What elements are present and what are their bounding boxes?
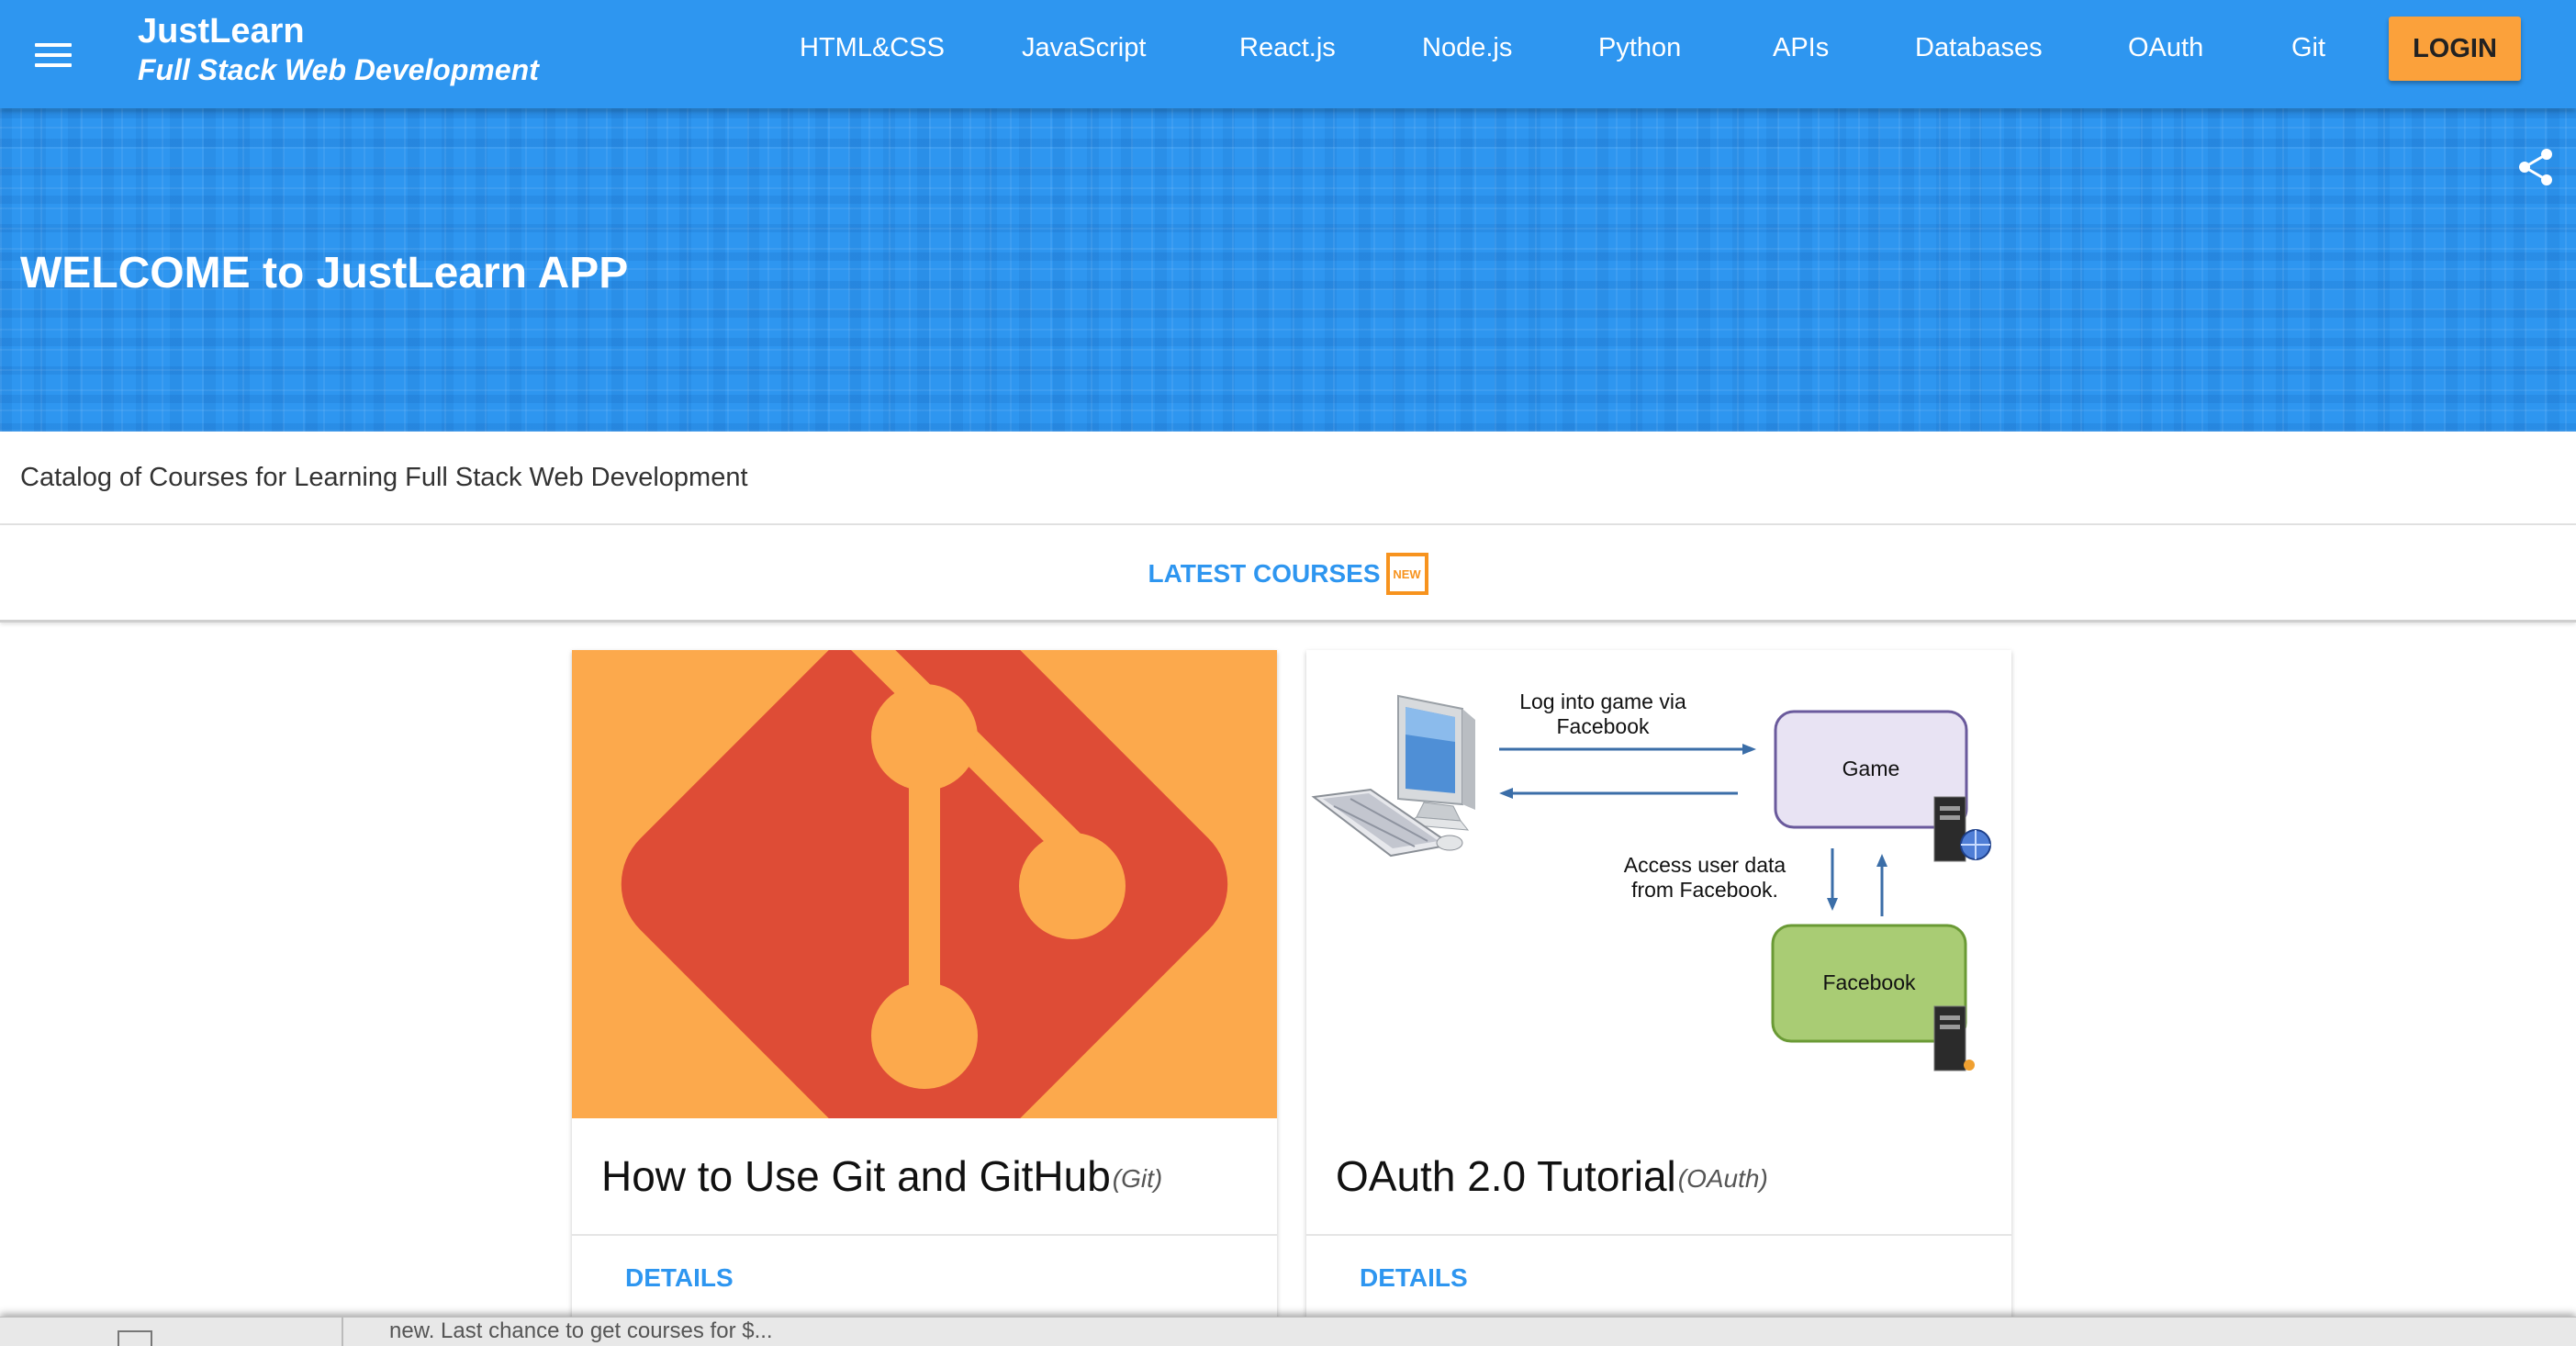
git-logo-image xyxy=(572,650,1277,1118)
course-tag: (Git) xyxy=(1112,1164,1163,1193)
diagram-login-label-2: Facebook xyxy=(1556,714,1650,738)
diagram-facebook-label: Facebook xyxy=(1822,970,1916,994)
nav-item-git[interactable]: Git xyxy=(2291,28,2325,68)
details-button[interactable]: DETAILS xyxy=(1360,1260,1468,1296)
bottom-overlay-bar: new. Last chance to get courses for $... xyxy=(0,1317,2576,1346)
nav-item-javascript[interactable]: JavaScript xyxy=(1022,28,1146,68)
card-title-row: OAuth 2.0 Tutorial (OAuth) xyxy=(1306,1118,2011,1236)
git-logo-icon xyxy=(572,650,1277,1118)
diagram-access-label-2: from Facebook. xyxy=(1631,878,1778,902)
nav-item-python[interactable]: Python xyxy=(1598,28,1681,68)
nav-item-react[interactable]: React.js xyxy=(1239,28,1336,68)
course-title: OAuth 2.0 Tutorial xyxy=(1336,1152,1676,1200)
diagram-access-label-1: Access user data xyxy=(1624,853,1786,877)
diagram-game-label: Game xyxy=(1842,757,1900,780)
catalog-text: Catalog of Courses for Learning Full Sta… xyxy=(20,463,748,492)
share-icon[interactable] xyxy=(2515,147,2556,187)
notification-text: new. Last chance to get courses for $... xyxy=(389,1318,773,1343)
app-bar: JustLearn Full Stack Web Development HTM… xyxy=(0,0,2576,108)
course-tag: (OAuth) xyxy=(1677,1164,1768,1193)
nav-item-apis[interactable]: APIs xyxy=(1773,28,1829,68)
page-title: WELCOME to JustLearn APP xyxy=(20,249,629,297)
diagram-login-label-1: Log into game via xyxy=(1519,690,1686,713)
new-badge-icon: NEW xyxy=(1385,553,1428,595)
latest-courses-tab-strip: LATEST COURSES NEW xyxy=(0,525,2576,623)
card-title-row: How to Use Git and GitHub (Git) xyxy=(572,1118,1277,1236)
nav-item-node[interactable]: Node.js xyxy=(1422,28,1512,68)
hero-banner: WELCOME to JustLearn APP xyxy=(0,108,2576,432)
oauth-diagram-image: Log into game via Facebook Game Access u… xyxy=(1306,650,2011,1118)
catalog-description: Catalog of Courses for Learning Full Sta… xyxy=(0,432,2576,525)
oauth-diagram: Log into game via Facebook Game Access u… xyxy=(1306,650,2011,1118)
folder-icon xyxy=(118,1330,152,1346)
nav-item-html-css[interactable]: HTML&CSS xyxy=(800,28,945,68)
course-title: How to Use Git and GitHub xyxy=(601,1152,1111,1200)
nav-item-oauth[interactable]: OAuth xyxy=(2128,28,2203,68)
login-button[interactable]: LOGIN xyxy=(2389,17,2521,81)
course-card-oauth: Log into game via Facebook Game Access u… xyxy=(1306,650,2011,1329)
details-button[interactable]: DETAILS xyxy=(625,1260,734,1296)
nav-item-databases[interactable]: Databases xyxy=(1915,28,2043,68)
divider xyxy=(342,1318,343,1346)
tab-latest-courses[interactable]: LATEST COURSES xyxy=(1148,555,1380,592)
main-nav: HTML&CSS JavaScript React.js Node.js Pyt… xyxy=(0,0,2576,95)
course-card-git: How to Use Git and GitHub (Git) DETAILS xyxy=(572,650,1277,1329)
